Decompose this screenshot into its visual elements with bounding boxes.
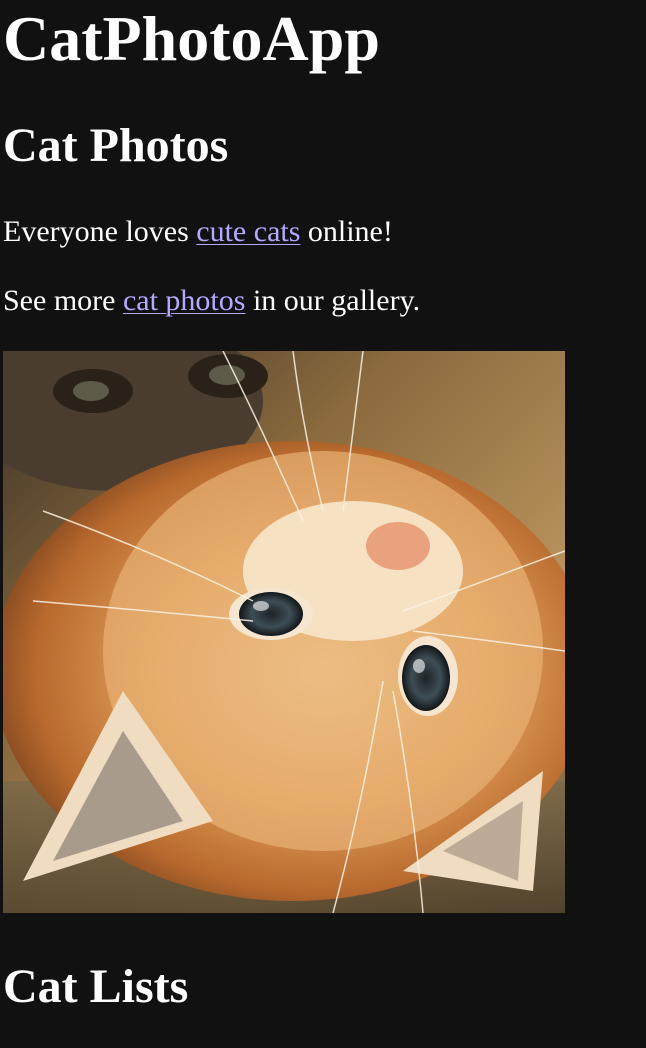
cat-photos-heading: Cat Photos — [3, 119, 229, 172]
intro-paragraph: Everyone loves cute cats online! — [3, 214, 646, 250]
cat-photos-link[interactable]: cat photos — [123, 284, 245, 317]
gallery-paragraph: See more cat photos in our gallery. — [3, 283, 646, 319]
cat-lists-heading: Cat Lists — [3, 960, 189, 1013]
gallery-text-after: in our gallery. — [245, 284, 421, 317]
cat-photos-section: Cat Photos Everyone loves cute cats onli… — [3, 118, 646, 913]
cute-cats-link[interactable]: cute cats — [196, 215, 300, 248]
intro-text-after: online! — [300, 215, 393, 248]
cat-lists-section: Cat Lists — [3, 959, 646, 1015]
cat-photo-link[interactable] — [3, 351, 565, 913]
kitten-photo — [3, 351, 565, 913]
gallery-text-before: See more — [3, 284, 123, 317]
app-title: CatPhotoApp — [3, 3, 380, 74]
intro-text-before: Everyone loves — [3, 215, 197, 248]
page: CatPhotoApp Cat Photos Everyone loves cu… — [0, 0, 646, 1048]
